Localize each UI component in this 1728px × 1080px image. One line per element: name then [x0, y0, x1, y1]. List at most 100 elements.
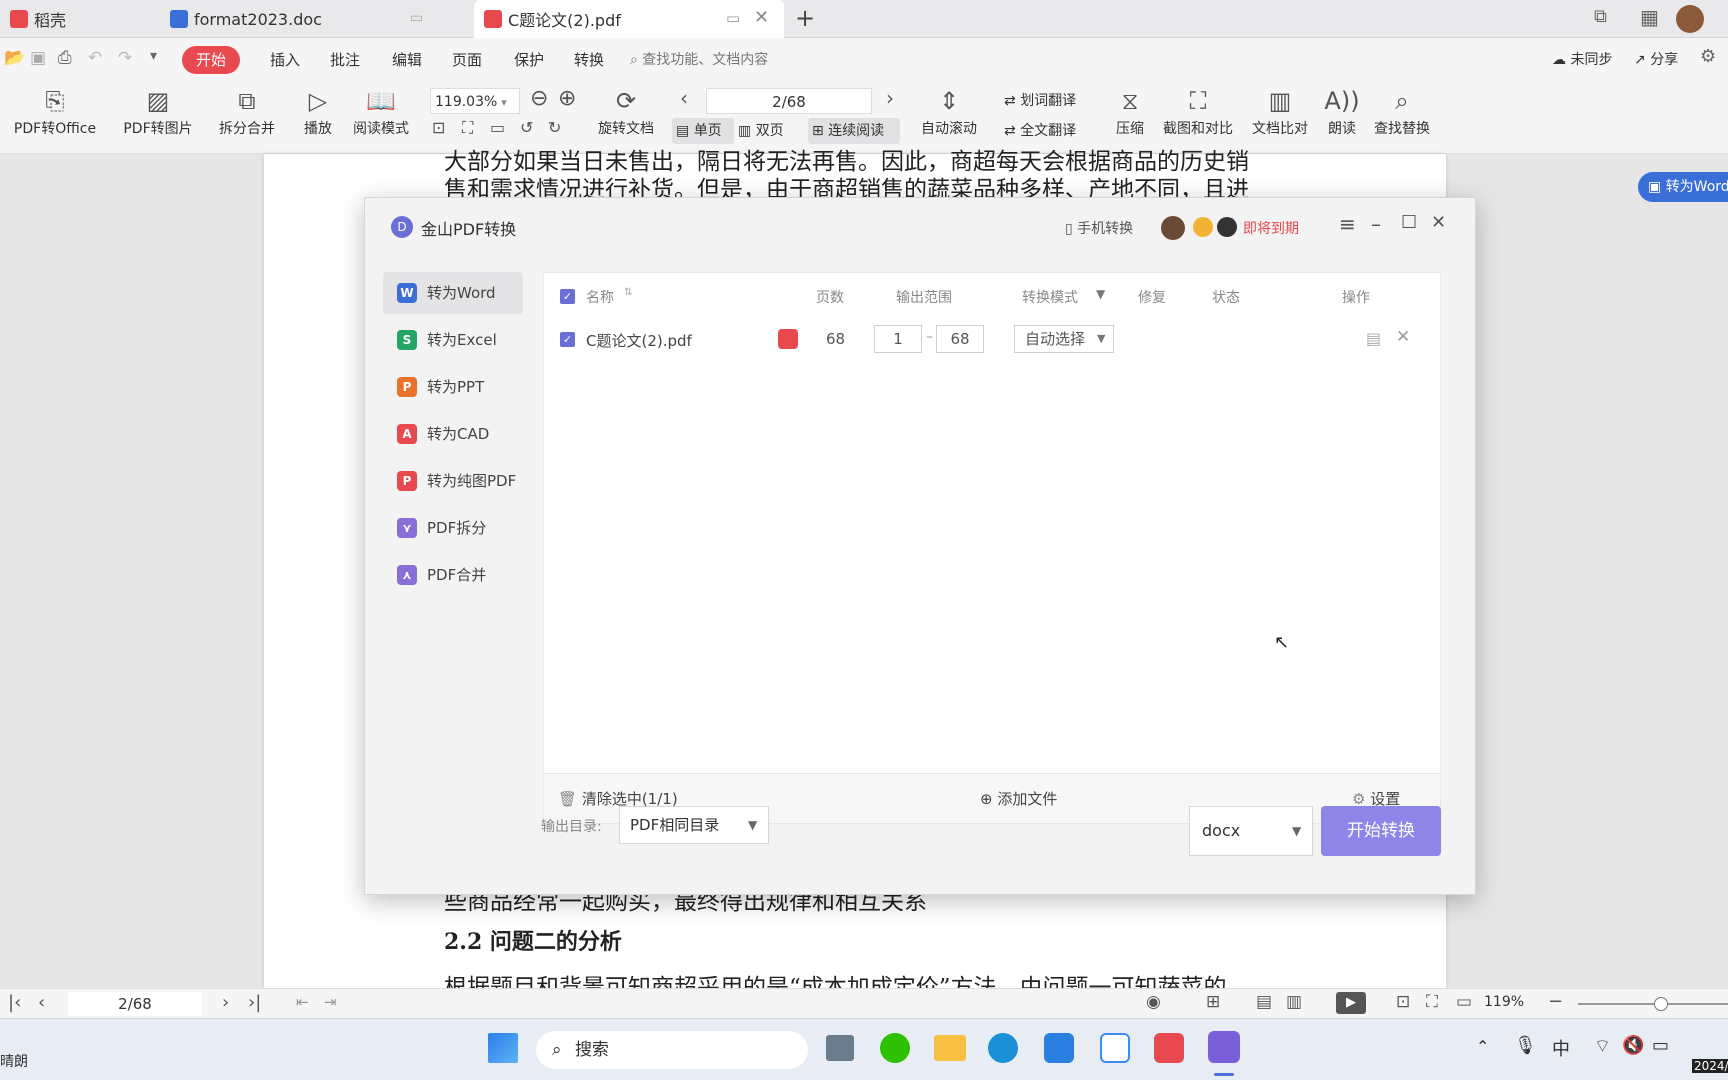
- add-tab-icon[interactable]: +: [795, 4, 815, 32]
- print-icon[interactable]: ⎙: [58, 48, 72, 68]
- back-icon[interactable]: ⇤: [296, 993, 309, 1011]
- edge-icon[interactable]: [988, 1033, 1018, 1063]
- range-to-input[interactable]: 68: [936, 325, 984, 353]
- last-page-icon[interactable]: ›|: [248, 992, 261, 1013]
- actual-size-icon[interactable]: ⊡: [432, 118, 445, 137]
- read-aloud-button[interactable]: A)) 朗读: [1322, 84, 1362, 150]
- close-icon[interactable]: ✕: [1431, 212, 1446, 233]
- pdf-to-image-button[interactable]: ▨ PDF转图片: [116, 84, 200, 150]
- ime-label[interactable]: 中: [1552, 1035, 1570, 1061]
- minimize-icon[interactable]: –: [1371, 212, 1381, 236]
- fit-width-icon[interactable]: ▭: [1456, 992, 1472, 1012]
- volume-icon[interactable]: 🔇: [1622, 1035, 1644, 1056]
- single-page-button[interactable]: ▤ 单页: [672, 118, 734, 144]
- play-icon[interactable]: ▶: [1336, 992, 1366, 1014]
- float-to-word-button[interactable]: ▣ 转为Word: [1638, 172, 1728, 202]
- windows-start-icon[interactable]: [488, 1033, 518, 1063]
- window-icon[interactable]: ▭: [410, 10, 423, 26]
- read-mode-button[interactable]: 📖 阅读模式: [348, 84, 414, 150]
- rotate-doc-button[interactable]: ⟳ 旋转文档: [590, 84, 662, 150]
- layout-icon[interactable]: ⧉: [1594, 6, 1607, 27]
- select-all-checkbox[interactable]: ✓: [560, 289, 575, 304]
- open-icon[interactable]: 📂: [4, 48, 25, 68]
- baidu-netdisk-icon[interactable]: [1100, 1033, 1130, 1063]
- mode-select[interactable]: 自动选择 ▼: [1014, 325, 1114, 353]
- zoom-slider-handle[interactable]: [1654, 997, 1668, 1011]
- sidebar-item-image-pdf[interactable]: P 转为纯图PDF: [383, 460, 523, 502]
- menu-page[interactable]: 页面: [444, 46, 490, 74]
- sidebar-item-split[interactable]: ⋎ PDF拆分: [383, 507, 523, 549]
- prev-page-icon[interactable]: ‹: [680, 86, 688, 110]
- tab-format-doc[interactable]: format2023.doc ▭: [160, 0, 470, 38]
- play-button[interactable]: ▷ 播放: [296, 84, 340, 150]
- sidebar-item-excel[interactable]: S 转为Excel: [383, 319, 523, 361]
- auto-scroll-button[interactable]: ⇕ 自动滚动: [912, 84, 986, 150]
- sync-button[interactable]: ☁ 未同步: [1552, 46, 1612, 74]
- next-page-icon[interactable]: ›: [886, 86, 894, 110]
- undo-icon[interactable]: ↶: [88, 48, 102, 68]
- save-icon[interactable]: ▣: [30, 48, 46, 68]
- search-box[interactable]: ⌕ 查找功能、文档内容: [630, 46, 768, 74]
- row-checkbox[interactable]: ✓: [560, 332, 575, 347]
- sort-icon[interactable]: ⇅: [624, 287, 632, 298]
- start-convert-button[interactable]: 开始转换: [1321, 806, 1441, 856]
- taskbar-search[interactable]: ⌕ 搜索: [536, 1031, 808, 1069]
- sidebar-item-ppt[interactable]: P 转为PPT: [383, 366, 523, 408]
- fit-page-icon[interactable]: ⛶: [462, 118, 473, 138]
- pdf-to-office-button[interactable]: ⎘ PDF转Office: [4, 84, 106, 150]
- actual-size-icon[interactable]: ⊡: [1396, 992, 1410, 1012]
- phone-convert-button[interactable]: ▯ 手机转换: [1065, 218, 1133, 238]
- microphone-icon[interactable]: 🎙: [1514, 1035, 1537, 1056]
- zoom-out-icon[interactable]: −: [1548, 991, 1563, 1012]
- format-select[interactable]: docx ▼: [1189, 806, 1313, 856]
- sidebar-item-word[interactable]: W 转为Word: [383, 272, 523, 314]
- find-replace-button[interactable]: ⌕ 查找替换: [1370, 84, 1434, 150]
- share-button[interactable]: ↗ 分享: [1634, 46, 1678, 74]
- tab-daoke[interactable]: 稻壳: [0, 0, 160, 38]
- redo-icon[interactable]: ↷: [118, 48, 132, 68]
- rotate-left-icon[interactable]: ↺: [520, 118, 533, 137]
- wps-icon[interactable]: [1154, 1033, 1184, 1063]
- status-zoom[interactable]: 119%: [1484, 994, 1524, 1010]
- photos-icon[interactable]: [1044, 1033, 1074, 1063]
- file-preview-icon[interactable]: ▤: [1366, 329, 1381, 348]
- zoom-input[interactable]: 119.03% ▾: [430, 88, 520, 114]
- doc-compare-button[interactable]: ▥ 文档比对: [1248, 84, 1312, 150]
- sidebar-item-merge[interactable]: ⋏ PDF合并: [383, 554, 523, 596]
- tab-pdf[interactable]: C题论文(2).pdf ▭ ✕: [474, 0, 784, 38]
- range-from-input[interactable]: 1: [874, 325, 922, 353]
- zoom-out-icon[interactable]: ⊖: [530, 86, 548, 111]
- eye-care-icon[interactable]: ◉: [1146, 992, 1161, 1012]
- file-explorer-icon[interactable]: [934, 1035, 966, 1061]
- apps-grid-icon[interactable]: ▦: [1640, 5, 1659, 29]
- next-page-icon[interactable]: ›: [222, 992, 229, 1013]
- maximize-icon[interactable]: ☐: [1401, 212, 1417, 233]
- status-page-input[interactable]: 2/68: [68, 992, 202, 1016]
- more-icon[interactable]: ▾: [150, 48, 157, 64]
- zoom-slider[interactable]: [1578, 997, 1728, 1011]
- task-view-icon[interactable]: [826, 1035, 854, 1061]
- header-name[interactable]: 名称: [586, 287, 614, 307]
- clock-date[interactable]: 2024/: [1692, 1059, 1728, 1073]
- delete-row-icon[interactable]: ✕: [1396, 327, 1410, 347]
- chevron-up-icon[interactable]: ⌃: [1476, 1037, 1489, 1056]
- double-page-button[interactable]: ▥ 双页: [738, 118, 804, 144]
- first-page-icon[interactable]: |‹: [8, 992, 21, 1013]
- menu-start[interactable]: 开始: [182, 46, 241, 74]
- window-icon[interactable]: ▭: [726, 9, 740, 27]
- close-icon[interactable]: ✕: [754, 7, 769, 28]
- table-row[interactable]: ✓ C题论文(2).pdf 68 1 – 68 自动选择 ▼ ▤ ✕: [544, 317, 1440, 361]
- zoom-in-icon[interactable]: ⊕: [558, 86, 576, 111]
- battery-icon[interactable]: ▭: [1652, 1035, 1669, 1056]
- continuous-icon[interactable]: ⊞: [1206, 992, 1220, 1012]
- wechat-icon[interactable]: [880, 1033, 910, 1063]
- weather-label[interactable]: 晴朗: [0, 1051, 28, 1071]
- menu-convert[interactable]: 转换: [566, 46, 612, 74]
- split-merge-button[interactable]: ⧉ 拆分合并: [208, 84, 286, 150]
- screenshot-compare-button[interactable]: ⛶ 截图和对比: [1160, 84, 1236, 150]
- prev-page-icon[interactable]: ‹: [38, 992, 45, 1013]
- word-translate-button[interactable]: ⇄ 划词翻译: [1004, 88, 1076, 114]
- pdf-convert-app-icon[interactable]: [1208, 1031, 1240, 1063]
- settings-icon[interactable]: ⚙: [1700, 46, 1716, 67]
- menu-insert[interactable]: 插入: [262, 46, 308, 74]
